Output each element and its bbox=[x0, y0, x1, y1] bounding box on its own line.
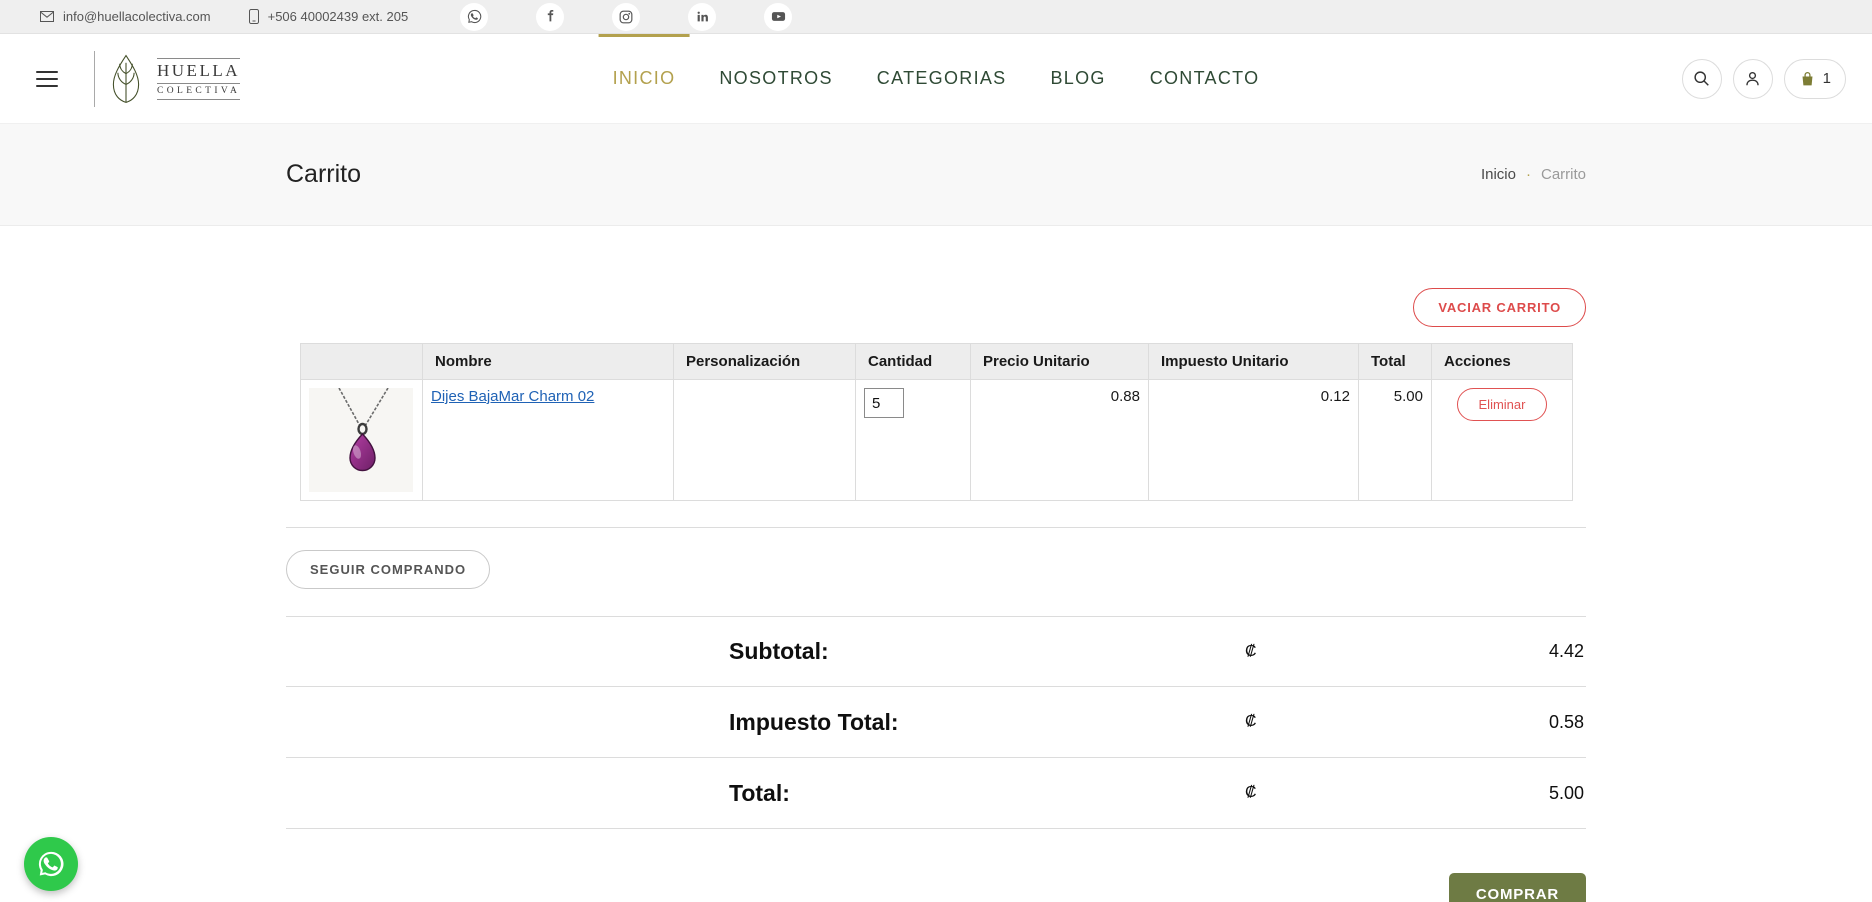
social-links bbox=[460, 3, 792, 31]
header-total: Total bbox=[1359, 344, 1432, 380]
youtube-icon bbox=[771, 9, 786, 24]
header-actions: 1 bbox=[1682, 59, 1846, 99]
cart-button[interactable]: 1 bbox=[1784, 59, 1846, 99]
header-impuesto-unitario: Impuesto Unitario bbox=[1149, 344, 1359, 380]
cart-page: VACIAR CARRITO Nombre Personalización Ca… bbox=[0, 226, 1872, 902]
breadcrumb-current: Carrito bbox=[1541, 166, 1586, 183]
menu-icon[interactable] bbox=[36, 71, 58, 87]
product-image[interactable] bbox=[309, 388, 413, 492]
email-text: info@huellacolectiva.com bbox=[63, 9, 211, 24]
total-label: Total: bbox=[729, 780, 790, 807]
summary-row-subtotal: Subtotal: ₡ 4.42 bbox=[286, 616, 1586, 687]
cell-actions: Eliminar bbox=[1432, 380, 1573, 501]
header-image bbox=[301, 344, 423, 380]
site-logo[interactable]: HUELLA COLECTIVA bbox=[94, 51, 240, 107]
nav-inicio[interactable]: INICIO bbox=[613, 34, 676, 123]
currency-symbol: ₡ bbox=[1245, 643, 1257, 661]
facebook-icon bbox=[544, 10, 557, 23]
nav-blog[interactable]: BLOG bbox=[1050, 34, 1105, 123]
cart-item-row: Dijes BajaMar Charm 02 0.88 0.12 5.00 El… bbox=[301, 380, 1573, 501]
instagram-icon bbox=[619, 10, 633, 24]
summary-row-total: Total: ₡ 5.00 bbox=[286, 758, 1586, 829]
search-button[interactable] bbox=[1682, 59, 1722, 99]
section-divider bbox=[286, 527, 1586, 528]
topbar: info@huellacolectiva.com +506 40002439 e… bbox=[0, 0, 1872, 34]
breadcrumb: Inicio · Carrito bbox=[1481, 166, 1586, 183]
user-icon bbox=[1744, 70, 1761, 87]
header-cantidad: Cantidad bbox=[856, 344, 971, 380]
quantity-input[interactable] bbox=[864, 388, 904, 418]
header-nombre: Nombre bbox=[423, 344, 674, 380]
nav-categorias[interactable]: CATEGORIAS bbox=[877, 34, 1007, 123]
whatsapp-icon bbox=[36, 849, 66, 879]
cart-bag-icon bbox=[1799, 70, 1816, 88]
linkedin-icon bbox=[696, 10, 709, 23]
logo-text: HUELLA COLECTIVA bbox=[157, 58, 240, 100]
site-header: HUELLA COLECTIVA INICIO NOSOTROS CATEGOR… bbox=[0, 34, 1872, 124]
main-nav: INICIO NOSOTROS CATEGORIAS BLOG CONTACTO bbox=[613, 34, 1260, 123]
currency-symbol: ₡ bbox=[1245, 713, 1257, 731]
linkedin-link[interactable] bbox=[688, 3, 716, 31]
header-personalizacion: Personalización bbox=[674, 344, 856, 380]
cell-total: 5.00 bbox=[1359, 380, 1432, 501]
tax-total-label: Impuesto Total: bbox=[729, 709, 899, 736]
summary-row-tax: Impuesto Total: ₡ 0.58 bbox=[286, 687, 1586, 758]
continue-shopping-button[interactable]: SEGUIR COMPRANDO bbox=[286, 550, 490, 589]
header-precio-unitario: Precio Unitario bbox=[971, 344, 1149, 380]
whatsapp-icon bbox=[467, 9, 482, 24]
whatsapp-link[interactable] bbox=[460, 3, 488, 31]
product-link[interactable]: Dijes BajaMar Charm 02 bbox=[431, 388, 594, 405]
leaf-logo-icon bbox=[108, 53, 144, 105]
cell-unit-price: 0.88 bbox=[971, 380, 1149, 501]
nav-contacto[interactable]: CONTACTO bbox=[1150, 34, 1260, 123]
cell-product-image bbox=[301, 380, 423, 501]
cart-count: 1 bbox=[1823, 70, 1831, 87]
instagram-link[interactable] bbox=[612, 3, 640, 31]
logo-divider bbox=[94, 51, 95, 107]
facebook-link[interactable] bbox=[536, 3, 564, 31]
whatsapp-float-button[interactable] bbox=[24, 837, 78, 891]
phone-contact[interactable]: +506 40002439 ext. 205 bbox=[249, 9, 409, 24]
header-acciones: Acciones bbox=[1432, 344, 1573, 380]
cart-summary: Subtotal: ₡ 4.42 Impuesto Total: ₡ 0.58 … bbox=[286, 616, 1586, 829]
empty-cart-button[interactable]: VACIAR CARRITO bbox=[1413, 288, 1586, 327]
subtotal-value: 4.42 bbox=[1549, 641, 1584, 662]
cell-personalization bbox=[674, 380, 856, 501]
nav-nosotros[interactable]: NOSOTROS bbox=[719, 34, 832, 123]
search-icon bbox=[1693, 70, 1710, 87]
cell-product-name: Dijes BajaMar Charm 02 bbox=[423, 380, 674, 501]
cart-table: Nombre Personalización Cantidad Precio U… bbox=[300, 343, 1573, 501]
page-title-bar: Carrito Inicio · Carrito bbox=[0, 124, 1872, 226]
youtube-link[interactable] bbox=[764, 3, 792, 31]
eliminar-button[interactable]: Eliminar bbox=[1457, 388, 1548, 421]
logo-line2: COLECTIVA bbox=[157, 84, 240, 100]
account-button[interactable] bbox=[1733, 59, 1773, 99]
tax-total-value: 0.58 bbox=[1549, 712, 1584, 733]
comprar-button[interactable]: COMPRAR bbox=[1449, 873, 1586, 902]
currency-symbol: ₡ bbox=[1245, 784, 1257, 802]
phone-icon bbox=[249, 9, 259, 24]
cell-unit-tax: 0.12 bbox=[1149, 380, 1359, 501]
logo-line1: HUELLA bbox=[157, 58, 240, 84]
table-header-row: Nombre Personalización Cantidad Precio U… bbox=[301, 344, 1573, 380]
total-value: 5.00 bbox=[1549, 783, 1584, 804]
subtotal-label: Subtotal: bbox=[729, 638, 829, 665]
cell-quantity bbox=[856, 380, 971, 501]
phone-text: +506 40002439 ext. 205 bbox=[268, 9, 409, 24]
email-contact[interactable]: info@huellacolectiva.com bbox=[40, 9, 211, 24]
breadcrumb-separator: · bbox=[1526, 166, 1531, 183]
envelope-icon bbox=[40, 11, 54, 22]
page-title: Carrito bbox=[286, 160, 361, 189]
breadcrumb-home[interactable]: Inicio bbox=[1481, 166, 1516, 183]
